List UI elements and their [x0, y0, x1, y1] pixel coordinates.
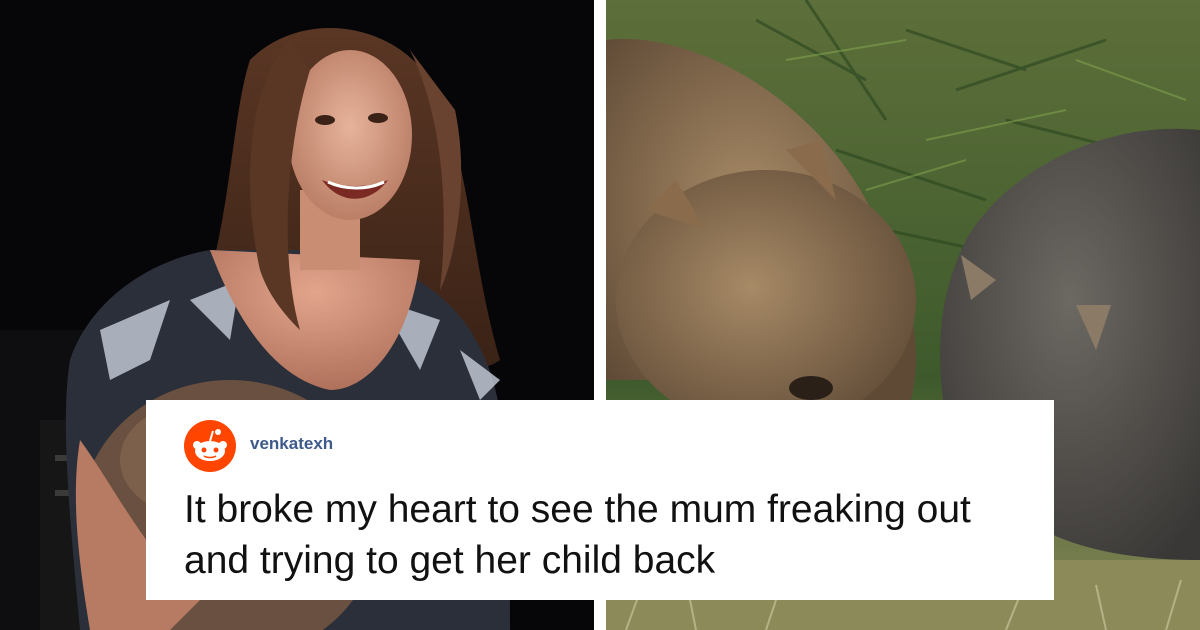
- comment-text: It broke my heart to see the mum freakin…: [184, 488, 971, 582]
- reddit-comment-card: venkatexh It broke my heart to see the m…: [146, 400, 1054, 600]
- username: venkatexh: [250, 434, 334, 453]
- reddit-alien-icon: [184, 420, 236, 472]
